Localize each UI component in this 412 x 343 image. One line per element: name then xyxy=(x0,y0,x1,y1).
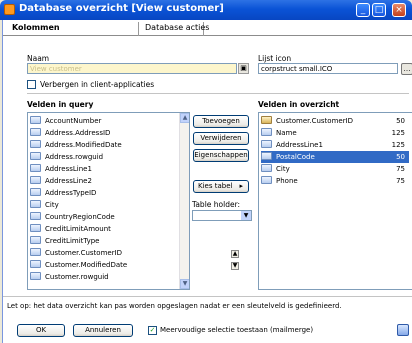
title-bar[interactable]: Database overzicht [View customer] _ □ × xyxy=(0,0,412,20)
section-divider xyxy=(27,93,409,94)
field-icon xyxy=(30,188,41,196)
chevron-down-icon[interactable]: ▼ xyxy=(241,211,251,220)
choose-table-button[interactable]: Kies tabel ▸ xyxy=(193,180,249,193)
field-icon xyxy=(261,176,272,184)
remove-button[interactable]: Verwijderen xyxy=(193,132,249,145)
overview-fields-title: Velden in overzicht xyxy=(258,100,340,109)
field-icon xyxy=(30,140,41,148)
table-row[interactable]: City 75 xyxy=(261,163,409,175)
list-item[interactable]: CountryRegionCode xyxy=(30,211,115,223)
footer-note: Let op: het data overzicht kan pas worde… xyxy=(7,302,342,310)
move-up-icon[interactable]: ▲ xyxy=(231,250,239,258)
tab-kolommen[interactable]: Kolommen xyxy=(7,22,139,36)
name-label: Naam xyxy=(27,54,50,63)
table-row[interactable]: Phone 75 xyxy=(261,175,409,187)
field-icon xyxy=(30,116,41,124)
field-icon xyxy=(30,176,41,184)
table-holder-select[interactable]: ▼ xyxy=(192,210,252,221)
field-icon xyxy=(30,248,41,256)
scroll-up-icon[interactable]: ▲ xyxy=(180,113,189,123)
dialog-content: Kolommen Database acties Naam Lijst icon… xyxy=(2,20,412,343)
table-row[interactable]: AddressLine1 125 xyxy=(261,139,409,151)
overview-fields-list[interactable]: Customer.CustomerID 50 Name 125 AddressLin… xyxy=(258,112,412,290)
help-icon[interactable] xyxy=(397,324,409,336)
field-icon xyxy=(261,128,272,136)
lock-icon[interactable]: ▣ xyxy=(238,63,249,74)
app-icon xyxy=(4,4,15,15)
window-title: Database overzicht [View customer] xyxy=(19,3,224,14)
close-button[interactable]: × xyxy=(392,3,406,17)
list-item[interactable]: Address.AddressID xyxy=(30,127,110,139)
footer-divider xyxy=(3,296,412,297)
table-row[interactable]: Customer.CustomerID 50 xyxy=(261,115,409,127)
hide-client-label: Verbergen in client-applicaties xyxy=(40,80,155,89)
move-down-icon[interactable]: ▼ xyxy=(231,262,239,270)
field-icon xyxy=(30,128,41,136)
multi-select-label: Meervoudige selectie toestaan (mailmerge… xyxy=(160,326,314,334)
field-icon xyxy=(30,200,41,208)
cancel-button[interactable]: Annuleren xyxy=(73,324,133,337)
table-row[interactable]: Name 125 xyxy=(261,127,409,139)
table-holder-label: Table holder: xyxy=(192,200,241,209)
list-item[interactable]: CreditLimitAmount xyxy=(30,223,111,235)
chevron-right-icon: ▸ xyxy=(239,182,243,190)
multi-select-checkbox[interactable] xyxy=(148,326,157,335)
list-item[interactable]: City xyxy=(30,199,59,211)
list-item[interactable]: Address.ModifiedDate xyxy=(30,139,122,151)
field-icon xyxy=(261,164,272,172)
field-icon xyxy=(30,164,41,172)
key-icon xyxy=(261,116,272,124)
field-icon xyxy=(30,152,41,160)
list-item[interactable]: AddressTypeID xyxy=(30,187,96,199)
icon-label: Lijst icon xyxy=(258,54,292,63)
ok-button[interactable]: OK xyxy=(17,324,65,337)
field-icon xyxy=(30,212,41,220)
name-input[interactable]: View customer xyxy=(27,63,237,74)
field-icon xyxy=(30,260,41,268)
minimize-button[interactable]: _ xyxy=(356,3,370,17)
query-fields-list[interactable]: AccountNumber Address.AddressID Address.… xyxy=(27,112,190,290)
list-item[interactable]: Customer.rowguid xyxy=(30,271,109,283)
field-icon xyxy=(261,152,272,160)
hide-client-checkbox[interactable] xyxy=(27,80,36,89)
dialog-window: Database overzicht [View customer] _ □ ×… xyxy=(0,0,412,343)
maximize-button[interactable]: □ xyxy=(372,3,386,17)
list-item[interactable]: Address.rowguid xyxy=(30,151,103,163)
list-item[interactable]: AddressLine2 xyxy=(30,175,92,187)
table-row-selected[interactable]: PostalCode 50 xyxy=(261,151,409,163)
field-icon xyxy=(30,236,41,244)
browse-button[interactable]: … xyxy=(401,63,412,75)
scroll-down-icon[interactable]: ▼ xyxy=(180,279,189,289)
list-item[interactable]: CreditLimitType xyxy=(30,235,99,247)
properties-button[interactable]: Eigenschappen xyxy=(193,149,249,162)
field-icon xyxy=(30,272,41,280)
field-icon xyxy=(261,140,272,148)
list-item[interactable]: Customer.CustomerID xyxy=(30,247,122,259)
add-button[interactable]: Toevoegen xyxy=(193,115,249,128)
list-item[interactable]: AddressLine1 xyxy=(30,163,92,175)
icon-input[interactable]: corpstruct small.ICO xyxy=(258,63,398,74)
list-item[interactable]: Customer.ModifiedDate xyxy=(30,259,127,271)
query-fields-title: Velden in query xyxy=(27,100,94,109)
tab-bar: Kolommen Database acties xyxy=(3,20,412,36)
list-item[interactable]: AccountNumber xyxy=(30,115,101,127)
tab-database-acties[interactable]: Database acties xyxy=(140,22,209,36)
query-list-scrollbar[interactable]: ▲ ▼ xyxy=(179,113,189,289)
field-icon xyxy=(30,224,41,232)
